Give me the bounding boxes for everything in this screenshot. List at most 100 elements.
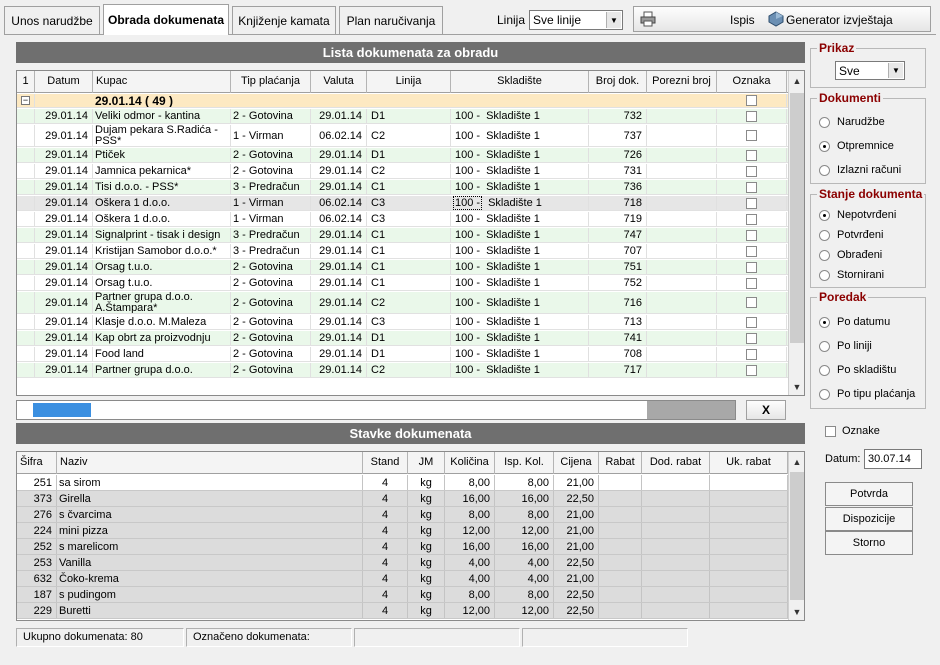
dokumenti-radio-2[interactable]: Izlazni računi <box>819 164 901 176</box>
docs-col-header[interactable]: Linija <box>367 71 451 93</box>
items-vscroll[interactable]: ▲ ▼ <box>788 452 804 620</box>
stanje-radio-2[interactable]: Obrađeni <box>819 249 882 261</box>
radio-dot[interactable] <box>819 269 830 281</box>
dokumenti-radio-0[interactable]: Narudžbe <box>819 116 885 128</box>
tab-0[interactable]: Unos narudžbe <box>4 6 100 34</box>
docs-col-header[interactable]: Valuta <box>311 71 367 93</box>
document-row[interactable]: 29.01.14 Oškera 1 d.o.o. 1 - Virman 06.02.1… <box>17 212 788 227</box>
document-row[interactable]: 29.01.14 Orsag t.u.o. 2 - Gotovina 29.01.14… <box>17 260 788 275</box>
checkbox[interactable] <box>825 425 836 437</box>
item-row[interactable]: 373 Girella 4 kg 16,00 16,00 22,50 <box>17 491 788 507</box>
document-row[interactable]: 29.01.14 Kristijan Samobor d.o.o.* 3 - Pre… <box>17 244 788 259</box>
skladiste-code[interactable]: 100 - <box>455 332 480 344</box>
skladiste-code[interactable]: 100 - <box>455 110 480 122</box>
skladiste-code[interactable]: 100 - <box>455 130 480 142</box>
checkbox[interactable] <box>746 229 757 241</box>
document-row[interactable]: 29.01.14 Klasje d.o.o. M.Maleza 2 - Gotovi… <box>17 315 788 330</box>
document-row[interactable]: 29.01.14 Orsag t.u.o. 2 - Gotovina 29.01.14… <box>17 276 788 291</box>
item-row[interactable]: 187 s pudingom 4 kg 8,00 8,00 22,50 <box>17 587 788 603</box>
group-row[interactable]: − 29.01.14 ( 49 ) <box>17 94 788 108</box>
poredak-radio-2[interactable]: Po skladištu <box>819 364 896 376</box>
skladiste-code[interactable]: 100 - <box>455 277 480 289</box>
skladiste-code[interactable]: 100 - <box>455 149 480 161</box>
scroll-thumb[interactable] <box>790 472 804 600</box>
document-row[interactable]: 29.01.14 Dujam pekara S.Radića - PSS* 1 - … <box>17 125 788 147</box>
skladiste-code[interactable]: 100 - <box>455 245 480 257</box>
document-row[interactable]: 29.01.14 Food land 2 - Gotovina 29.01.14 D1 1… <box>17 347 788 362</box>
items-col-header[interactable]: Uk. rabat <box>710 452 788 474</box>
chevron-down-icon[interactable]: ▼ <box>606 12 621 28</box>
skladiste-code[interactable]: 100 - <box>455 316 480 328</box>
scroll-thumb[interactable] <box>790 93 804 343</box>
item-row[interactable]: 229 Buretti 4 kg 12,00 12,00 22,50 <box>17 603 788 619</box>
prikaz-select[interactable]: Sve ▼ <box>835 61 905 80</box>
skladiste-code[interactable]: 100 - <box>455 213 480 225</box>
item-row[interactable]: 252 s marelicom 4 kg 16,00 16,00 21,00 <box>17 539 788 555</box>
checkbox[interactable] <box>746 332 757 344</box>
docs-col-header[interactable]: Skladište <box>451 71 589 93</box>
items-col-header[interactable]: Količina <box>445 452 495 474</box>
checkbox[interactable] <box>746 245 757 257</box>
radio-dot[interactable] <box>819 249 830 261</box>
docs-col-header[interactable]: Broj dok. <box>589 71 647 93</box>
radio-dot[interactable] <box>819 340 830 352</box>
potvrda-button[interactable]: Potvrda <box>825 482 913 506</box>
items-col-header[interactable]: Isp. Kol. <box>495 452 554 474</box>
checkbox[interactable] <box>746 181 757 193</box>
item-row[interactable]: 224 mini pizza 4 kg 12,00 12,00 21,00 <box>17 523 788 539</box>
docs-col-header[interactable]: Datum <box>35 71 93 93</box>
item-row[interactable]: 276 s čvarcima 4 kg 8,00 8,00 21,00 <box>17 507 788 523</box>
stanje-radio-0[interactable]: Nepotvrđeni <box>819 209 896 221</box>
checkbox[interactable] <box>746 95 757 106</box>
poredak-radio-1[interactable]: Po liniji <box>819 340 872 352</box>
scroll-up-icon[interactable]: ▲ <box>789 454 804 470</box>
skladiste-code[interactable]: 100 - <box>455 297 480 309</box>
scroll-down-icon[interactable]: ▼ <box>789 604 804 620</box>
radio-dot[interactable] <box>819 116 830 128</box>
document-row[interactable]: 29.01.14 Oškera 1 d.o.o. 1 - Virman 06.02.1… <box>17 196 788 211</box>
scroll-down-icon[interactable]: ▼ <box>789 379 804 395</box>
items-col-header[interactable]: Stand <box>363 452 408 474</box>
tab-3[interactable]: Plan naručivanja <box>339 6 443 34</box>
checkbox[interactable] <box>746 261 757 273</box>
items-col-header[interactable]: JM <box>408 452 445 474</box>
skladiste-code[interactable]: 100 - <box>455 165 480 177</box>
skladiste-code[interactable]: 100 - <box>455 261 480 273</box>
close-progress-button[interactable]: X <box>746 400 786 420</box>
skladiste-code[interactable]: 100 - <box>455 348 480 360</box>
oznake-checkbox[interactable]: Oznake <box>825 425 880 437</box>
report-generator-icon[interactable] <box>768 11 784 27</box>
checkbox[interactable] <box>746 316 757 328</box>
docs-col-header[interactable]: Kupac <box>93 71 231 93</box>
skladiste-code[interactable]: 100 - <box>455 181 480 193</box>
skladiste-code[interactable]: 100 - <box>455 229 480 241</box>
items-col-header[interactable]: Šifra <box>17 452 57 474</box>
document-row[interactable]: 29.01.14 Partner grupa d.o.o. A.Štampara*… <box>17 292 788 314</box>
docs-col-header[interactable]: Oznaka <box>717 71 787 93</box>
stanje-radio-1[interactable]: Potvrđeni <box>819 229 883 241</box>
items-col-header[interactable]: Naziv <box>57 452 363 474</box>
storno-button[interactable]: Storno <box>825 531 913 555</box>
checkbox[interactable] <box>746 110 757 122</box>
document-row[interactable]: 29.01.14 Jamnica pekarnica* 2 - Gotovina 29… <box>17 164 788 179</box>
checkbox[interactable] <box>746 348 757 360</box>
items-col-header[interactable]: Cijena <box>554 452 599 474</box>
document-row[interactable]: 29.01.14 Veliki odmor - kantina 2 - Gotovi… <box>17 109 788 124</box>
poredak-radio-0[interactable]: Po datumu <box>819 316 890 328</box>
chevron-down-icon[interactable]: ▼ <box>888 63 903 78</box>
radio-dot[interactable] <box>819 140 830 152</box>
report-generator-button[interactable]: Generator izvještaja <box>786 13 893 27</box>
radio-dot[interactable] <box>819 388 830 400</box>
skladiste-code[interactable]: 100 - <box>455 364 480 376</box>
docs-col-header[interactable]: Porezni broj <box>647 71 717 93</box>
print-button[interactable]: Ispis <box>730 13 755 27</box>
skladiste-code[interactable]: 100 - <box>453 196 483 210</box>
dokumenti-radio-1[interactable]: Otpremnice <box>819 140 894 152</box>
radio-dot[interactable] <box>819 164 830 176</box>
checkbox[interactable] <box>746 149 757 161</box>
checkbox[interactable] <box>746 277 757 289</box>
item-row[interactable]: 632 Čoko-krema 4 kg 4,00 4,00 21,00 <box>17 571 788 587</box>
dispozicije-button[interactable]: Dispozicije <box>825 507 913 531</box>
document-row[interactable]: 29.01.14 Kap obrt za proizvodnju 2 - Gotov… <box>17 331 788 346</box>
checkbox[interactable] <box>746 165 757 177</box>
